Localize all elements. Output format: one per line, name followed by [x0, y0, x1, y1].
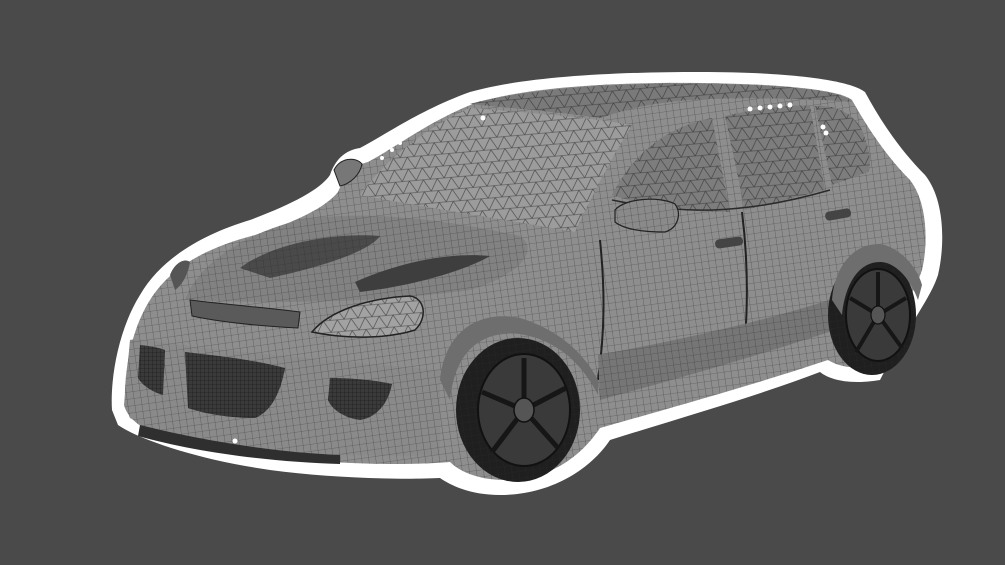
car-wireframe-render	[111, 72, 943, 495]
front-wheel	[456, 338, 580, 482]
render-viewport	[0, 0, 1005, 565]
license-marker-dot	[232, 438, 238, 444]
